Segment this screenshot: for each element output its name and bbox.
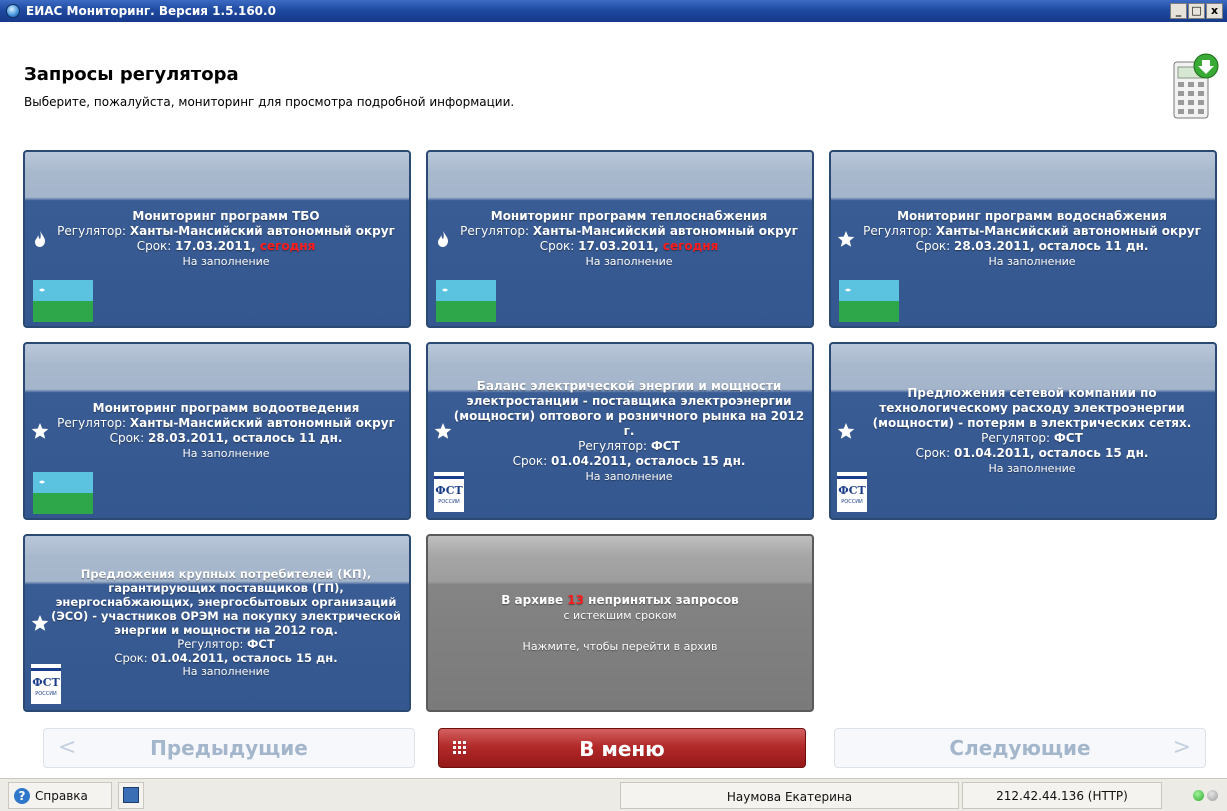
archive-count: 13 [567,592,584,607]
regulator-name: Ханты-Мансийский автономный округ [532,224,798,238]
status-bar: ? Справка Наумова Екатерина 212.42.44.13… [0,778,1227,811]
monitoring-tile-sewage[interactable]: Мониторинг программ водоотведения Регуля… [23,342,411,520]
server-cell: 212.42.44.136 (HTTP) [962,782,1162,809]
next-label: Следующие [949,736,1091,760]
regulator-label: Регулятор: [177,637,247,651]
screen-toggle-button[interactable] [118,782,144,809]
user-cell: Наумова Екатерина [620,782,959,809]
deadline-label: Срок: [136,239,176,253]
regulator-name: Ханты-Мансийский автономный округ [935,224,1201,238]
deadline-value: 01.04.2011, осталось 15 дн. [954,446,1149,460]
tile-status: На заполнение [182,255,270,268]
tile-status: На заполнение [182,665,270,678]
tile-title: Предложения сетевой компании по технолог… [872,386,1192,430]
archive-action-text: Нажмите, чтобы перейти в архив [522,639,718,653]
tile-status: На заполнение [585,469,673,483]
window-titlebar: ЕИАС Мониторинг. Версия 1.5.160.0 _ □ x [0,0,1227,22]
regulator-name: Ханты-Мансийский автономный округ [129,224,395,238]
deadline-label: Срок: [109,431,149,445]
tile-title: Мониторинг программ водоснабжения [897,209,1167,223]
tile-title: Мониторинг программ ТБО [132,209,320,223]
monitoring-tile-grid-losses[interactable]: ФСТ РОССИИ Предложения сетевой компании п… [829,342,1217,520]
regulator-label: Регулятор: [57,416,130,430]
connection-status-green-icon [1193,790,1204,801]
help-icon: ? [14,788,30,804]
screen-icon [123,787,139,803]
server-address: 212.42.44.136 (HTTP) [996,789,1128,803]
close-button[interactable]: x [1206,3,1223,19]
deadline-value: 17.03.2011, [175,239,260,253]
tile-title: Мониторинг программ теплоснабжения [490,209,768,223]
deadline-label: Срок: [114,651,152,665]
help-button[interactable]: ? Справка [8,782,112,809]
tile-status: На заполнение [988,462,1076,475]
deadline-label: Срок: [915,446,955,460]
tile-title: Предложения крупных потребителей (КП), г… [51,567,401,637]
monitoring-tile-tbo[interactable]: Мониторинг программ ТБО Регулятор: Ханты… [23,150,411,328]
app-icon [6,4,20,18]
regulator-label: Регулятор: [578,438,651,453]
regulator-label: Регулятор: [981,431,1054,445]
archive-prefix: В архиве [501,592,568,607]
regulator-label: Регулятор: [57,224,130,238]
deadline-remaining: сегодня [662,239,719,253]
monitoring-tile-large-consumers[interactable]: ФСТ РОССИИ Предложения крупных потребител… [23,534,411,712]
tile-title: Баланс электрической энергии и мощности … [453,378,805,438]
help-label: Справка [35,789,88,803]
page-title: Запросы регулятора [24,64,239,85]
regulator-label: Регулятор: [863,224,936,238]
menu-button[interactable]: В меню [438,728,806,768]
menu-label: В меню [579,737,665,761]
monitoring-tile-heat[interactable]: Мониторинг программ теплоснабжения Регул… [426,150,814,328]
deadline-value: 28.03.2011, осталось 11 дн. [148,431,343,445]
deadline-value: 28.03.2011, осталось 11 дн. [954,239,1149,253]
chevron-right-icon: > [1172,735,1191,760]
page-subtitle: Выберите, пожалуйста, мониторинг для про… [24,95,515,109]
connection-status-gray-icon [1207,790,1218,801]
deadline-label: Срок: [512,453,552,468]
calculator-download-icon [1173,53,1219,119]
deadline-label: Срок: [539,239,579,253]
maximize-button[interactable]: □ [1188,3,1205,19]
regulator-name: ФСТ [1053,431,1083,445]
tile-status: На заполнение [988,255,1076,268]
archive-tile[interactable]: В архиве 13 непринятых запросов с истекш… [426,534,814,712]
regulator-label: Регулятор: [460,224,533,238]
tile-status: На заполнение [182,447,270,460]
regulator-name: Ханты-Мансийский автономный округ [129,416,395,430]
regulator-name: ФСТ [650,438,680,453]
deadline-remaining: сегодня [259,239,316,253]
deadline-value: 17.03.2011, [578,239,663,253]
archive-suffix: непринятых запросов [584,592,739,607]
previous-label: Предыдущие [150,736,308,760]
regulator-name: ФСТ [247,637,275,651]
deadline-value: 01.04.2011, осталось 15 дн. [151,651,338,665]
tile-title: Мониторинг программ водоотведения [92,401,360,415]
user-name: Наумова Екатерина [726,790,853,804]
deadline-label: Срок: [915,239,955,253]
deadline-value: 01.04.2011, осталось 15 дн. [551,453,746,468]
next-button[interactable]: Следующие > [834,728,1206,768]
minimize-button[interactable]: _ [1170,3,1187,19]
tile-status: На заполнение [585,255,673,268]
monitoring-tile-energy-balance[interactable]: ФСТ РОССИИ Баланс электрической энергии и… [426,342,814,520]
archive-subtitle: с истекшим сроком [563,608,677,622]
previous-button[interactable]: < Предыдущие [43,728,415,768]
window-title: ЕИАС Мониторинг. Версия 1.5.160.0 [26,4,276,18]
monitoring-tile-water[interactable]: Мониторинг программ водоснабжения Регуля… [829,150,1217,328]
